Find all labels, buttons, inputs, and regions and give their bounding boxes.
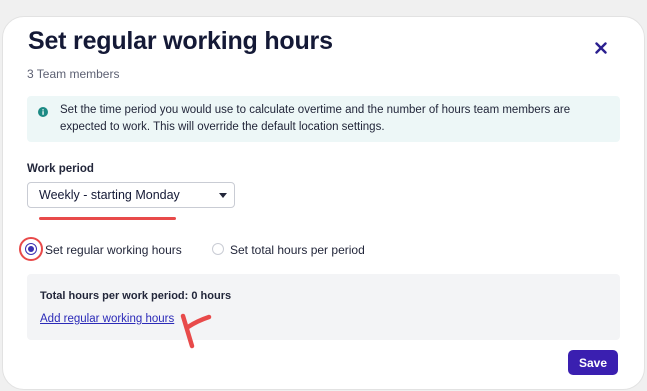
total-hours-label: Total hours per work period: 0 hours — [40, 290, 232, 302]
info-icon — [38, 107, 48, 117]
work-period-value: Weekly - starting Monday — [39, 188, 180, 202]
team-members-count: 3 Team members — [27, 67, 120, 81]
info-banner: Set the time period you would use to cal… — [27, 96, 620, 142]
hours-panel: Total hours per work period: 0 hours Add… — [27, 274, 620, 340]
annotation-check-mark — [180, 313, 212, 349]
work-period-select[interactable]: Weekly - starting Monday — [27, 182, 235, 208]
radio-regular-hours[interactable] — [25, 243, 37, 255]
info-text: Set the time period you would use to cal… — [60, 104, 571, 133]
add-working-hours-link[interactable]: Add regular working hours — [40, 313, 174, 325]
radio-total-hours[interactable] — [212, 243, 224, 255]
save-button[interactable]: Save — [568, 350, 618, 375]
radio-total-hours-label[interactable]: Set total hours per period — [230, 243, 365, 257]
caret-down-icon — [219, 193, 227, 198]
modal-title: Set regular working hours — [28, 27, 333, 55]
radio-regular-hours-label[interactable]: Set regular working hours — [45, 243, 182, 257]
work-period-label: Work period — [27, 163, 94, 175]
close-icon[interactable] — [590, 37, 612, 59]
working-hours-modal: Set regular working hours 3 Team members… — [2, 16, 645, 390]
annotation-underline — [39, 217, 176, 220]
